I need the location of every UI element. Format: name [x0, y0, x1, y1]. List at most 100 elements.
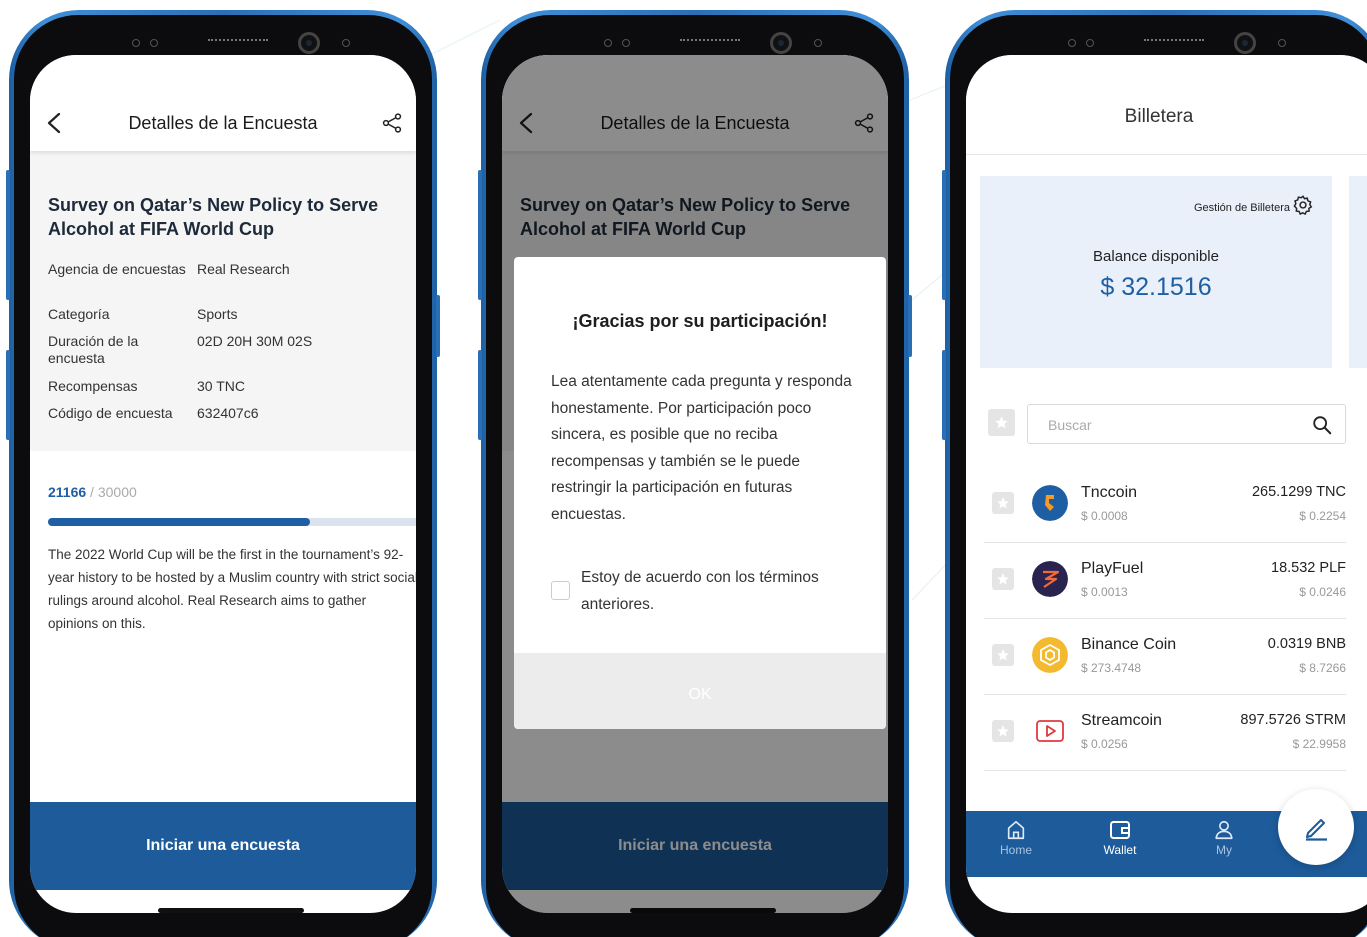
survey-title: Survey on Qatar’s New Policy to Serve Al…: [48, 195, 379, 239]
star-icon: [997, 725, 1009, 737]
participation-dialog: ¡Gracias por su participación! Lea atent…: [514, 257, 886, 729]
balance-label: Balance disponible: [1093, 248, 1219, 265]
favorite-toggle[interactable]: [992, 644, 1014, 666]
progress-count: 21166 / 30000: [48, 484, 137, 500]
survey-screen: Detalles de la Encuesta Survey on Qatar’…: [30, 55, 416, 913]
tnccoin-icon: [1032, 485, 1068, 521]
tab-label: Home: [999, 843, 1032, 857]
info-label: Duración de la encuesta: [48, 333, 139, 366]
phone-sensor-bar: [1032, 21, 1302, 57]
edit-fab-button[interactable]: [1278, 789, 1354, 865]
phone-sensor-bar: [568, 21, 838, 57]
search-input[interactable]: [1048, 414, 1288, 436]
info-label: Código de encuesta: [48, 405, 173, 421]
phone-wallet: Billetera Gestión de Billetera Balance d…: [942, 10, 1367, 937]
balance-card: Gestión de Billetera Balance disponible …: [980, 176, 1332, 368]
ok-button[interactable]: OK: [514, 653, 886, 729]
coin-row-streamcoin[interactable]: Streamcoin $ 0.0256 897.5726 STRM $ 22.9…: [984, 695, 1346, 771]
volume-button: [942, 170, 946, 300]
volume-button: [6, 170, 10, 300]
app-header: Detalles de la Encuesta: [30, 55, 416, 151]
coin-name: PlayFuel: [1081, 560, 1144, 577]
tab-my[interactable]: My: [1189, 819, 1259, 857]
wallet-icon: [1110, 821, 1130, 839]
home-icon: [1007, 820, 1025, 840]
favorite-toggle[interactable]: [992, 720, 1014, 742]
phone-bezel: Detalles de la Encuesta Survey on Qatar’…: [486, 15, 904, 937]
page-title: Detalles de la Encuesta: [128, 113, 318, 133]
page-title: Billetera: [1124, 106, 1194, 127]
info-value: Sports: [197, 306, 238, 322]
coin-value: $ 0.0246: [1299, 585, 1346, 599]
coin-row-playfuel[interactable]: PlayFuel $ 0.0013 18.532 PLF $ 0.0246: [984, 543, 1346, 619]
search-icon[interactable]: [1311, 414, 1333, 436]
wallet-management-link[interactable]: Gestión de Billetera: [1194, 202, 1290, 214]
power-button: [436, 295, 440, 357]
wallet-screen: Billetera Gestión de Billetera Balance d…: [966, 55, 1367, 913]
dialog-title: ¡Gracias por su participación!: [572, 311, 828, 331]
coin-value: $ 0.2254: [1299, 509, 1346, 523]
share-icon[interactable]: [382, 113, 402, 133]
coin-price: $ 273.4748: [1081, 661, 1142, 675]
phone-bezel: Billetera Gestión de Billetera Balance d…: [950, 15, 1367, 937]
gear-icon[interactable]: [1292, 194, 1314, 216]
home-indicator: [158, 908, 304, 913]
info-label: Categoría: [48, 306, 110, 322]
coin-amount: 265.1299 TNC: [1251, 484, 1346, 500]
info-label: Agencia de encuestas: [48, 261, 186, 277]
progress-separator: /: [86, 484, 98, 500]
tab-label: My: [1216, 843, 1232, 857]
dialog-body: Lea atentamente cada pregunta y responda…: [551, 373, 852, 523]
favorites-filter-button[interactable]: [988, 409, 1015, 436]
volume-button: [478, 170, 482, 300]
edit-icon: [1306, 819, 1327, 841]
survey-screen-with-modal: Detalles de la Encuesta Survey on Qatar’…: [502, 55, 888, 913]
progress-bar: [48, 518, 416, 526]
coin-amount: 897.5726 STRM: [1240, 712, 1346, 728]
info-value: 02D 20H 30M 02S: [197, 333, 313, 349]
tab-home[interactable]: Home: [981, 819, 1051, 857]
terms-checkbox[interactable]: [551, 581, 570, 600]
start-survey-button[interactable]: Iniciar una encuesta: [30, 802, 416, 890]
coin-row-tnccoin[interactable]: Tnccoin $ 0.0008 265.1299 TNC $ 0.2254: [984, 467, 1346, 543]
phone-sensor-bar: [96, 21, 366, 57]
coin-price: $ 0.0008: [1081, 509, 1128, 523]
playfuel-icon: [1032, 561, 1068, 597]
coin-name: Binance Coin: [1081, 636, 1177, 653]
favorite-toggle[interactable]: [992, 492, 1014, 514]
search-field[interactable]: [1027, 404, 1346, 444]
star-icon: [995, 416, 1008, 429]
star-icon: [997, 649, 1009, 661]
info-value: Real Research: [197, 261, 290, 277]
info-value: 632407c6: [197, 405, 259, 421]
tab-label: Wallet: [1103, 843, 1137, 857]
coin-name: Streamcoin: [1081, 712, 1162, 729]
progress-current: 21166: [48, 484, 87, 500]
favorite-toggle[interactable]: [992, 568, 1014, 590]
phone-survey-details: Detalles de la Encuesta Survey on Qatar’…: [6, 10, 440, 937]
coin-amount: 18.532 PLF: [1271, 560, 1346, 576]
user-icon: [1215, 820, 1233, 840]
balance-value: $ 32.1516: [1100, 273, 1212, 301]
info-value: 30 TNC: [197, 378, 245, 394]
side-button: [478, 350, 482, 440]
next-card-peek: [1349, 176, 1367, 368]
coin-price: $ 0.0013: [1081, 585, 1128, 599]
coin-value: $ 8.7266: [1299, 661, 1346, 675]
star-icon: [997, 573, 1009, 585]
info-label: Recompensas: [48, 378, 138, 394]
coin-row-binance[interactable]: Binance Coin $ 273.4748 0.0319 BNB $ 8.7…: [984, 619, 1346, 695]
app-header: Billetera: [966, 55, 1367, 155]
phone-bezel: Detalles de la Encuesta Survey on Qatar’…: [14, 15, 432, 937]
progress-bar-fill: [48, 518, 311, 526]
info-row-duration: Duración de la encuesta 02D 20H 30M 02S: [48, 333, 408, 367]
survey-description: The 2022 World Cup will be the first in …: [48, 547, 416, 631]
progress-total: 30000: [97, 484, 137, 500]
survey-info-block: Survey on Qatar’s New Policy to Serve Al…: [30, 151, 416, 451]
tab-wallet[interactable]: Wallet: [1085, 819, 1155, 857]
terms-checkbox-label[interactable]: Estoy de acuerdo con los términos anteri…: [581, 565, 871, 618]
side-button: [6, 350, 10, 440]
streamcoin-icon: [1036, 720, 1064, 742]
power-button: [908, 295, 912, 357]
phone-survey-modal: Detalles de la Encuesta Survey on Qatar’…: [478, 10, 912, 937]
